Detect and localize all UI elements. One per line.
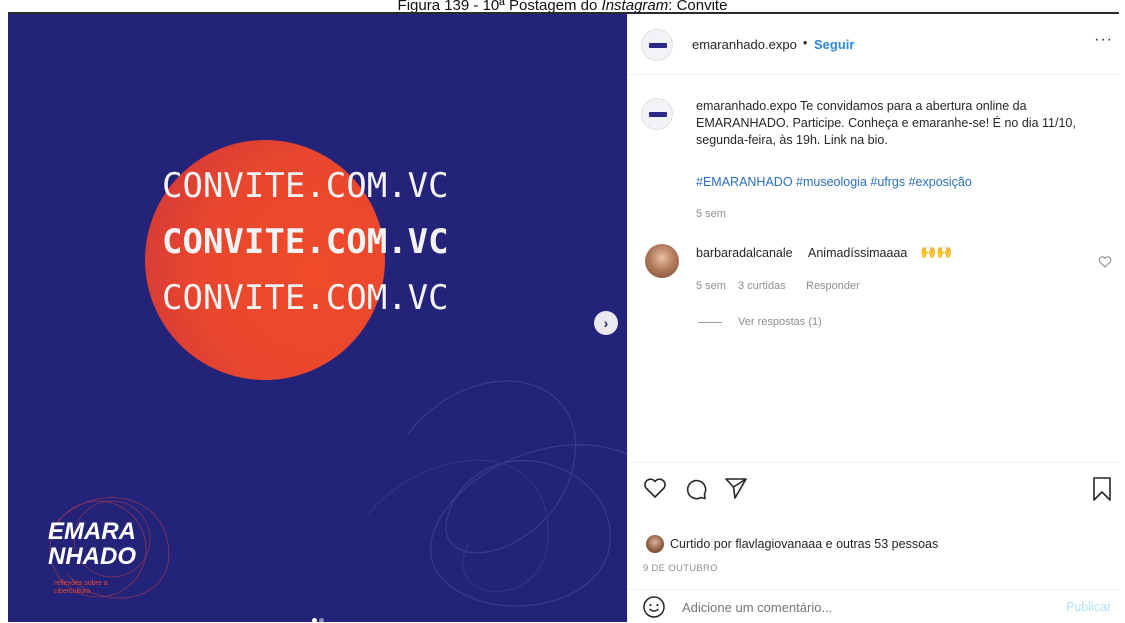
send-icon[interactable] xyxy=(724,476,748,500)
likes-text: Curtido por flavlagiovanaaa e outras 53 … xyxy=(670,537,938,551)
headline-line-3: CONVITE.COM.VC xyxy=(162,278,449,318)
carousel-dots xyxy=(311,610,325,622)
chevron-right-icon[interactable]: › xyxy=(594,311,618,335)
post-sidebar: emaranhado.expo • Seguir ··· emaranhado.… xyxy=(627,14,1120,622)
commenter-avatar[interactable] xyxy=(645,244,679,278)
bookmark-icon[interactable] xyxy=(1092,476,1112,502)
liker-avatar[interactable] xyxy=(646,535,664,553)
publish-button[interactable]: Publicar xyxy=(1066,600,1111,614)
comment-icon[interactable] xyxy=(684,477,708,501)
caption-hashtags[interactable]: #EMARANHADO #museologia #ufrgs #exposiçã… xyxy=(696,175,972,189)
reply-button[interactable]: Responder xyxy=(806,280,860,292)
caption-text-line-1: Te convidamos para a abertura online da xyxy=(800,99,1027,113)
caption-text-line-2: EMARANHADO. Participe. Conheça e emaranh… xyxy=(696,116,1076,130)
comment-input[interactable] xyxy=(680,596,1044,618)
carousel-dot[interactable] xyxy=(319,618,324,622)
logo-subtitle: reflexões sobre a cibercultura xyxy=(54,580,108,595)
logo-line-2: NHADO xyxy=(48,543,136,570)
likes-user[interactable]: flavlagiovanaaa xyxy=(735,537,822,551)
comment-heart-icon[interactable] xyxy=(1098,256,1112,268)
logo-line-1: EMARA xyxy=(48,518,136,545)
post-header: emaranhado.expo • Seguir ··· xyxy=(628,14,1120,75)
headline-line-1: CONVITE.COM.VC xyxy=(162,166,449,206)
comment-username[interactable]: barbaradalcanale xyxy=(696,246,793,260)
caption-avatar[interactable] xyxy=(641,98,673,130)
likes-middle: e xyxy=(822,537,837,551)
follow-button[interactable]: Seguir xyxy=(814,37,854,52)
caption-text-line-3: segunda-feira, às 19h. Link na bio. xyxy=(696,133,888,147)
caption-username[interactable]: emaranhado.expo xyxy=(696,99,797,113)
comment-time: 5 sem xyxy=(696,280,726,292)
header-username[interactable]: emaranhado.expo xyxy=(692,37,797,52)
header-separator: • xyxy=(803,36,808,50)
post-date: 9 DE OUTUBRO xyxy=(643,563,718,574)
headline-line-2: CONVITE.COM.VC xyxy=(162,222,449,262)
avatar[interactable] xyxy=(641,29,673,61)
likes-prefix: Curtido por xyxy=(670,537,736,551)
likes-others[interactable]: outras 53 pessoas xyxy=(836,537,938,551)
caption-time: 5 sem xyxy=(696,208,726,220)
comment-likes[interactable]: 3 curtidas xyxy=(738,280,786,292)
post-image: CONVITE.COM.VC CONVITE.COM.VC CONVITE.CO… xyxy=(8,14,627,622)
comment-text: Animadíssimaaaa xyxy=(808,246,908,260)
replies-line xyxy=(698,322,722,323)
add-comment-bar: Publicar xyxy=(628,589,1120,623)
smiley-icon[interactable] xyxy=(642,595,666,619)
view-replies-button[interactable]: Ver respostas (1) xyxy=(738,316,822,328)
comment-emoji: 🙌🙌 xyxy=(920,244,953,259)
post-caption: emaranhado.expo Te convidamos para a abe… xyxy=(696,98,1076,149)
more-horizontal-icon[interactable]: ··· xyxy=(1094,31,1113,49)
carousel-dot-active[interactable] xyxy=(312,618,317,622)
heart-icon[interactable] xyxy=(643,477,667,499)
